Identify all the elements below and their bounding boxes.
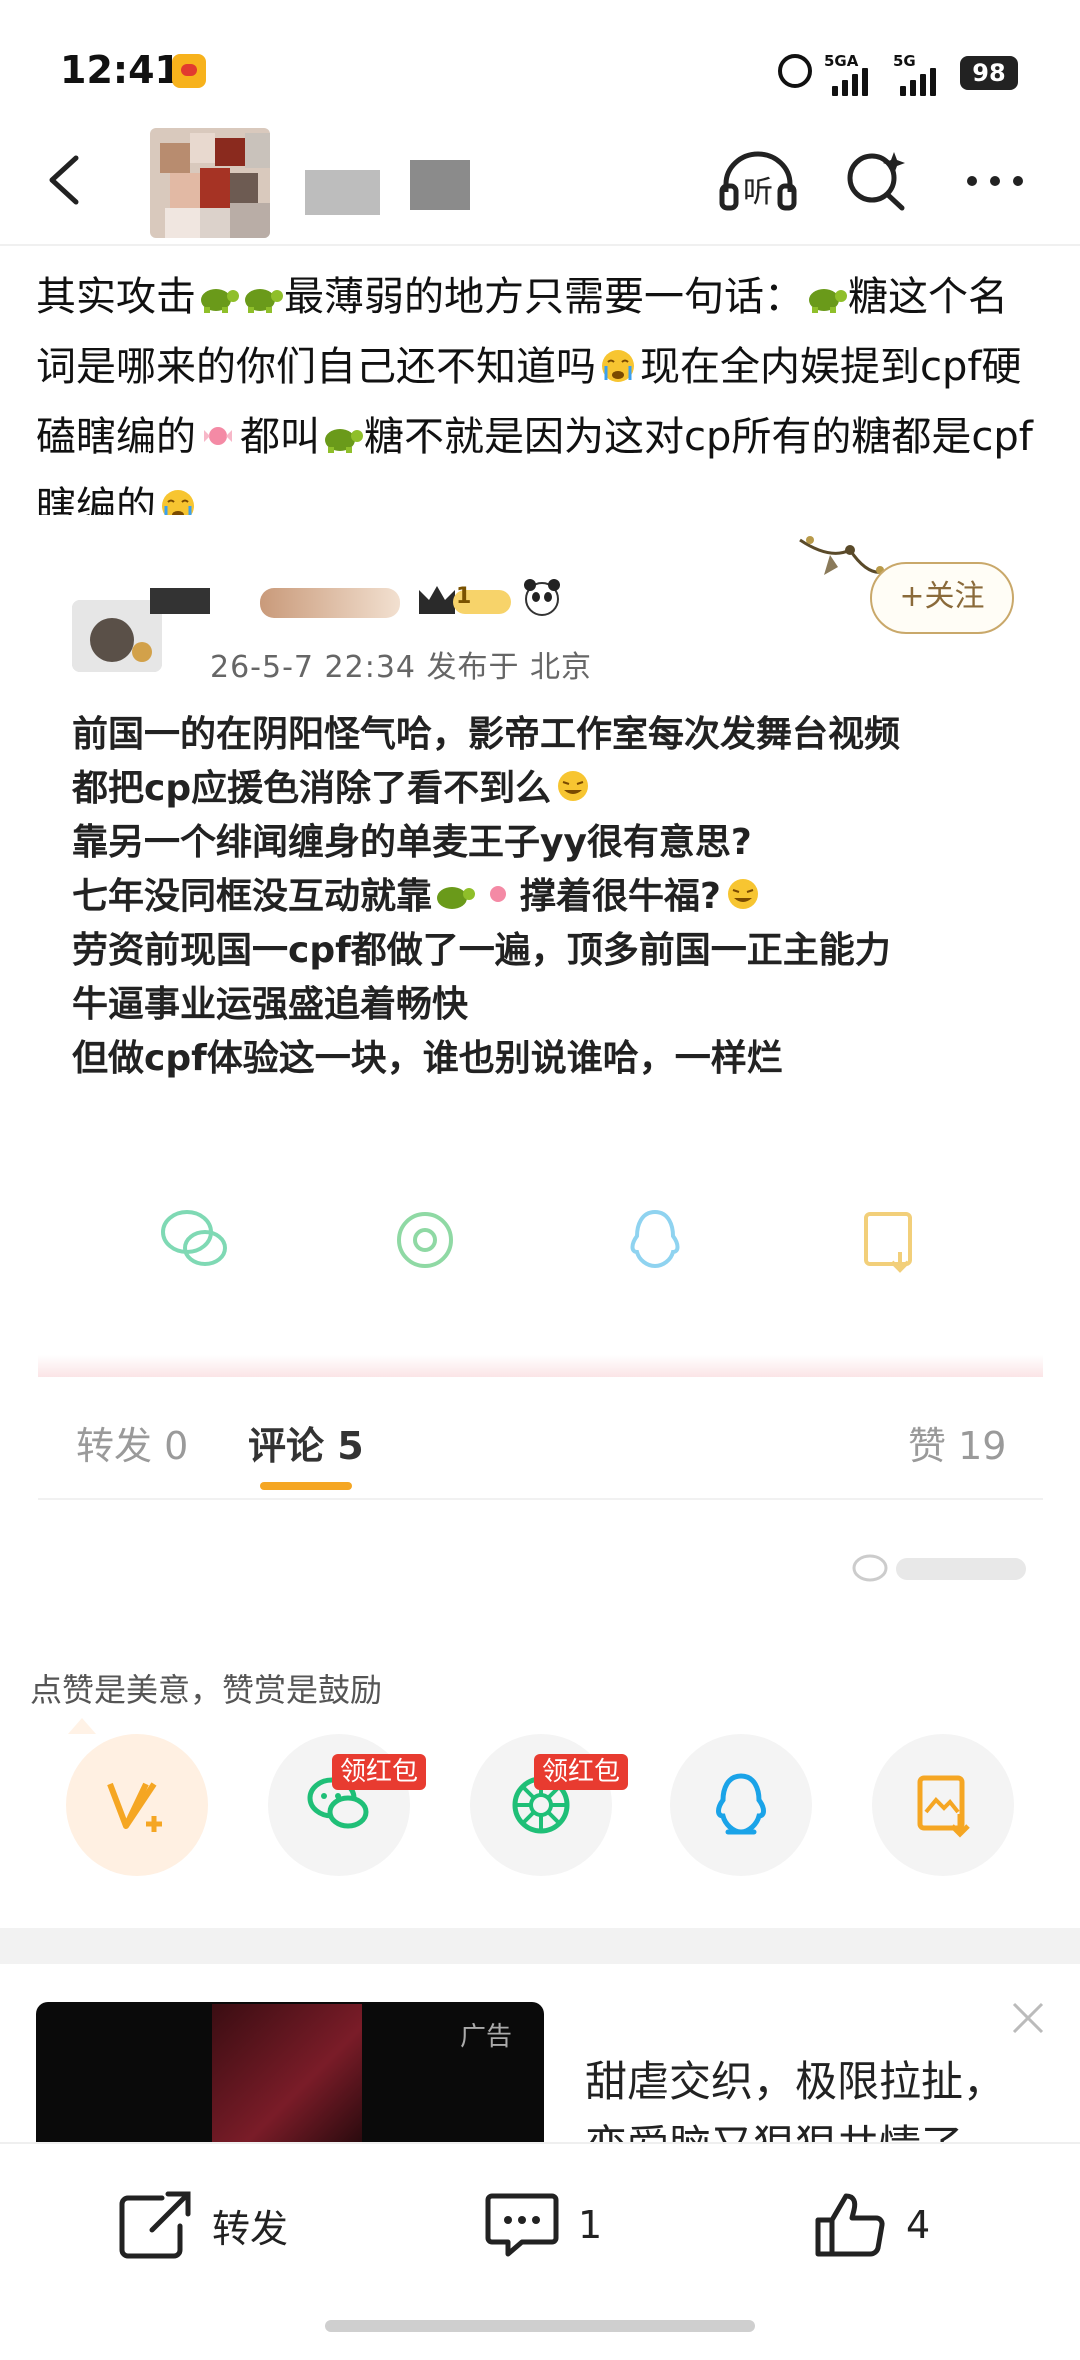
reward-v-icon [107, 1782, 162, 1832]
embedded-tabs: 转发 0 评论 5 赞 19 [38, 1385, 1043, 1505]
more-button[interactable] [962, 148, 1028, 214]
signal-icon-2 [900, 62, 936, 96]
crying-emoji-icon [602, 350, 634, 382]
weibo-watermark-icon [852, 1554, 1026, 1582]
thumbs-up-icon [815, 2193, 885, 2257]
status-time: 12:41 [60, 48, 181, 92]
laughing-emoji-icon [727, 879, 758, 909]
embedded-author-avatar [72, 600, 162, 672]
embedded-line: 牛逼事业运强盛追着畅快 [72, 984, 469, 1025]
more-dots-icon [967, 176, 1023, 186]
embedded-line: 靠另一个绯闻缠身的单麦王子yy很有意思? [72, 822, 752, 863]
turtle-emoji-icon [245, 289, 283, 313]
qq-icon [716, 1773, 766, 1835]
home-indicator[interactable] [325, 2320, 755, 2332]
embedded-author-name-blurred-2 [260, 588, 400, 618]
search-button[interactable] [844, 148, 910, 214]
embedded-author-name-blurred [150, 588, 210, 614]
embedded-line: 都把cp应援色消除了看不到么 [72, 762, 1012, 816]
turtle-emoji-icon [437, 887, 476, 909]
repost-button[interactable]: 转发 [118, 2190, 288, 2260]
comment-count: 1 [578, 2203, 603, 2247]
post-text-part: 最薄弱的地方只需要一句话： [284, 274, 804, 320]
laughing-emoji-icon [558, 771, 589, 801]
embedded-follow-button: +关注 [870, 562, 1014, 634]
candy-emoji-icon [490, 886, 507, 902]
share-qq-button[interactable] [670, 1734, 812, 1876]
tab-repost: 转发 0 [76, 1424, 189, 1468]
save-image-icon [917, 1775, 970, 1838]
headphone-icon: 听 [719, 151, 797, 211]
turtle-emoji-icon [325, 429, 363, 453]
listen-button[interactable]: 听 [718, 148, 797, 214]
wechat-icon [161, 1210, 227, 1266]
vip-level: 1 [456, 584, 472, 609]
embedded-post-body: 前国一的在阴阳怪气哈，影帝工作室每次发舞台视频 都把cp应援色消除了看不到么 靠… [72, 708, 1012, 1086]
post-text: 其实攻击 最薄弱的地方只需要一句话： 糖这个名词是哪来的你们自己还不知道吗 现在全内娱… [36, 262, 1046, 542]
ad-text-line: 甜虐交织，极限拉扯， [585, 2057, 1006, 2106]
embedded-card-bottom [38, 1355, 1043, 1377]
author-name-blurred [305, 170, 380, 215]
ad-image-content [212, 2004, 362, 2142]
close-icon[interactable] [1010, 2000, 1046, 2036]
back-button[interactable] [36, 150, 96, 210]
post-text-part: 都叫 [240, 414, 320, 460]
comment-button[interactable]: 1 [484, 2190, 602, 2260]
embedded-line: 七年没同框没互动就靠 撑着很牛福? [72, 870, 1012, 924]
qq-icon [630, 1209, 680, 1269]
embedded-line: 前国一的在阴阳怪气哈，影帝工作室每次发舞台视频 [72, 714, 901, 755]
weibo-notification-icon [172, 54, 206, 88]
reward-button[interactable] [66, 1734, 208, 1876]
moments-icon [397, 1212, 453, 1268]
chevron-left-icon [49, 155, 79, 205]
save-image-icon [864, 1212, 912, 1273]
comment-icon [485, 2193, 559, 2257]
repost-label: 转发 [212, 2206, 289, 2251]
signal-icon-1 [832, 62, 868, 96]
section-gap [0, 1928, 1080, 1964]
tab-like: 赞 19 [908, 1424, 1007, 1468]
search-sparkle-icon [847, 152, 905, 211]
svg-text:听: 听 [743, 175, 773, 210]
embedded-line: 劳资前现国一cpf都做了一遍，顶多前国一正主能力 [72, 930, 891, 971]
status-bar: 12:41 5GA 5G 98 [0, 0, 1080, 140]
save-image-button[interactable] [872, 1734, 1014, 1876]
turtle-emoji-icon [809, 289, 847, 313]
alarm-icon [778, 54, 812, 88]
tab-underline [260, 1482, 352, 1490]
embedded-line: 但做cpf体验这一块，谁也别说谁哈，一样烂 [72, 1038, 783, 1079]
reward-hint: 点赞是美意，赞赏是鼓励 [30, 1671, 383, 1709]
battery-indicator: 98 [960, 56, 1018, 90]
turtle-emoji-icon [201, 289, 239, 313]
tabs-divider [38, 1498, 1043, 1500]
like-button[interactable]: 4 [812, 2190, 930, 2260]
candy-emoji-icon [204, 427, 232, 445]
red-packet-tag: 领红包 [534, 1754, 629, 1790]
hint-pointer [68, 1718, 96, 1734]
author-name-blurred-2 [410, 160, 470, 210]
panda-emoji-icon [524, 579, 560, 616]
red-packet-tag: 领红包 [332, 1754, 427, 1790]
tab-comment: 评论 5 [248, 1424, 364, 1468]
header-divider [0, 244, 1080, 246]
share-icon [119, 2191, 191, 2259]
ad-label: 广告 [460, 2022, 513, 2052]
embedded-post-meta: 26-5-7 22:34 发布于 北京 [210, 650, 593, 685]
like-count: 4 [906, 2203, 931, 2247]
author-avatar[interactable] [150, 128, 270, 238]
post-text-part: 其实攻击 [36, 274, 196, 320]
